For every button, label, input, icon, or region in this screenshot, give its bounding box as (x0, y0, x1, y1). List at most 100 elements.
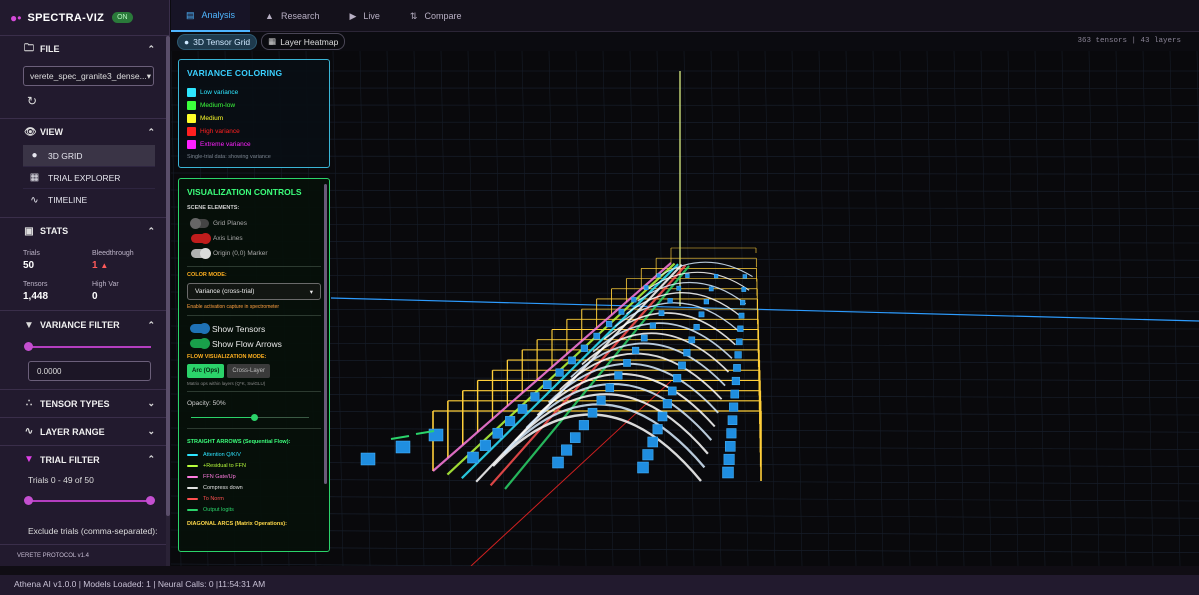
flow-legend-item: Output logits (187, 504, 321, 515)
exclude-trials-label: Exclude trials (comma-separated): (28, 526, 158, 536)
grid-line (1115, 51, 1127, 566)
flow-legend-label: Output logits (203, 506, 234, 513)
grid-line (1088, 51, 1100, 566)
variance-filter-header[interactable]: ▼ VARIANCE FILTER ⌃ (0, 311, 169, 339)
tensor-count: 363 tensors | 43 layers (1077, 37, 1181, 45)
chart-box-icon: ▤ (186, 9, 195, 20)
grid-line (171, 172, 1199, 175)
scene-toggle-switch[interactable] (190, 218, 209, 229)
tensor-cube (555, 368, 564, 377)
tensor-cube (734, 351, 742, 359)
eye-icon: 👁 (24, 126, 37, 138)
stat-value-row: 1 ▲ (92, 260, 152, 271)
nav-item-3d-grid[interactable]: ● 3D GRID (23, 145, 155, 167)
trial-range-max-thumb[interactable] (146, 496, 155, 505)
chevron-up-icon: ⌃ (147, 225, 155, 236)
tensor-cube (637, 461, 649, 474)
view-section: 👁 VIEW ⌃ ● 3D GRID ▦ TRIAL EXPLORER ∿ TIM… (0, 119, 169, 218)
variance-legend-item: Extreme variance (187, 138, 321, 151)
tensor-cube (713, 273, 719, 279)
color-mode-label: COLOR MODE: (187, 272, 227, 278)
grid-line (791, 51, 803, 566)
variance-legend-label: Medium (200, 115, 224, 122)
file-section-header[interactable]: 🗀 FILE ⌃ (0, 36, 169, 62)
flow-mode-note: Matrix ops within layers (Q*K, SwiGLU) (187, 381, 266, 386)
tensor-cube (552, 456, 564, 469)
flow-legend-label: Compress down (203, 484, 243, 491)
controls-scrollbar[interactable] (324, 184, 327, 484)
tensor-cube (667, 386, 677, 396)
display-toggle-switch[interactable] (190, 338, 210, 349)
file-select[interactable]: verete_spec_granite3_dense... ▾ (23, 66, 154, 86)
grid-line (818, 51, 830, 566)
trial-filter-section: ▼ TRIAL FILTER ⌃ Trials 0 - 49 of 50 Excl… (0, 446, 169, 538)
flow-mode-button[interactable]: Cross-Layer (227, 364, 271, 378)
scene-toggle-switch[interactable] (191, 233, 211, 244)
straight-arrows-title: STRAIGHT ARROWS (Sequential Flow): (187, 439, 291, 445)
diagonal-arcs-title: DIAGONAL ARCS (Matrix Operations): (187, 521, 287, 527)
folder-icon: 🗀 (24, 42, 34, 54)
display-toggle-switch[interactable] (190, 323, 210, 334)
tensor-cube (730, 389, 740, 399)
subtab-layer-heatmap[interactable]: ▦ Layer Heatmap (261, 33, 346, 50)
flow-line (432, 262, 672, 472)
view-section-header[interactable]: 👁 VIEW ⌃ (0, 119, 169, 145)
trend-icon: ∿ (24, 426, 34, 437)
tab-live[interactable]: ▶ Live (334, 0, 394, 32)
grid-line (899, 51, 911, 566)
layer-range-section: ∿ LAYER RANGE ⌄ (0, 418, 169, 446)
tensor-cube (605, 383, 615, 393)
tensor-cube (735, 338, 743, 346)
toggle-knob (199, 323, 210, 334)
tab-compare[interactable]: ⇅ Compare (395, 0, 477, 32)
variance-slider-thumb[interactable] (24, 342, 33, 351)
tensor-cube (693, 324, 700, 331)
display-toggle-row: Show Tensors (187, 321, 321, 336)
color-mode-select[interactable]: Variance (cross-trial) ▾ (187, 283, 321, 300)
grid-line (953, 51, 965, 566)
tab-research[interactable]: ▲ Research (250, 0, 334, 32)
trial-filter-header[interactable]: ▼ TRIAL FILTER ⌃ (0, 446, 169, 473)
stats-grid: Trials 50 Bleedthrough 1 ▲ Tensors 1,448… (0, 244, 169, 310)
sidebar-scrollbar[interactable] (166, 36, 170, 566)
opacity-slider[interactable] (191, 413, 309, 423)
nav-item-trial-explorer[interactable]: ▦ TRIAL EXPLORER (23, 167, 155, 189)
tensor-cube (649, 322, 656, 329)
opacity-thumb[interactable] (251, 414, 258, 421)
variance-slider[interactable] (24, 341, 151, 353)
legend-line (187, 497, 198, 500)
stat-label: Tensors (23, 281, 48, 288)
refresh-icon[interactable]: ↻ (27, 94, 169, 108)
grid-line (359, 51, 371, 566)
variance-threshold-input[interactable]: 0.0000 (28, 361, 151, 381)
tensor-cube (729, 402, 739, 412)
output-arrow (390, 435, 410, 440)
color-mode-note: Enable activation capture in spectromete… (187, 304, 279, 310)
grid-line (467, 51, 479, 566)
trial-range-min-thumb[interactable] (24, 496, 33, 505)
grid-line (1007, 51, 1019, 566)
cube-icon: ● (184, 36, 190, 47)
cube-icon: ● (31, 150, 38, 161)
tensor-cube (657, 411, 668, 422)
nav-item-timeline[interactable]: ∿ TIMELINE (23, 189, 155, 211)
tensor-cube (580, 344, 588, 352)
variance-panel-note: Single-trial data: showing variance (187, 154, 271, 160)
flask-icon: ▲ (265, 11, 274, 21)
trial-range-slider[interactable] (24, 495, 155, 507)
toggle-knob (190, 218, 201, 229)
tab-analysis[interactable]: ▤ Analysis (171, 0, 251, 32)
tensor-cube (614, 371, 623, 380)
stats-section-header[interactable]: ▣ STATS ⌃ (0, 218, 169, 244)
tensor-types-header[interactable]: ∴ TENSOR TYPES ⌄ (0, 390, 169, 417)
tensor-cube (738, 312, 745, 319)
layer-range-header[interactable]: ∿ LAYER RANGE ⌄ (0, 418, 169, 445)
sidebar-scroll-thumb[interactable] (166, 36, 170, 516)
scene-toggle-switch[interactable] (191, 248, 211, 259)
tensor-cube (703, 299, 709, 305)
subtab-3d-tensor-grid[interactable]: ● 3D Tensor Grid (177, 33, 258, 50)
subtab-label: 3D Tensor Grid (193, 36, 251, 47)
legend-line (187, 508, 198, 511)
stats-icon: ▣ (24, 225, 34, 237)
flow-mode-button[interactable]: Arc (Ops) (187, 364, 225, 378)
